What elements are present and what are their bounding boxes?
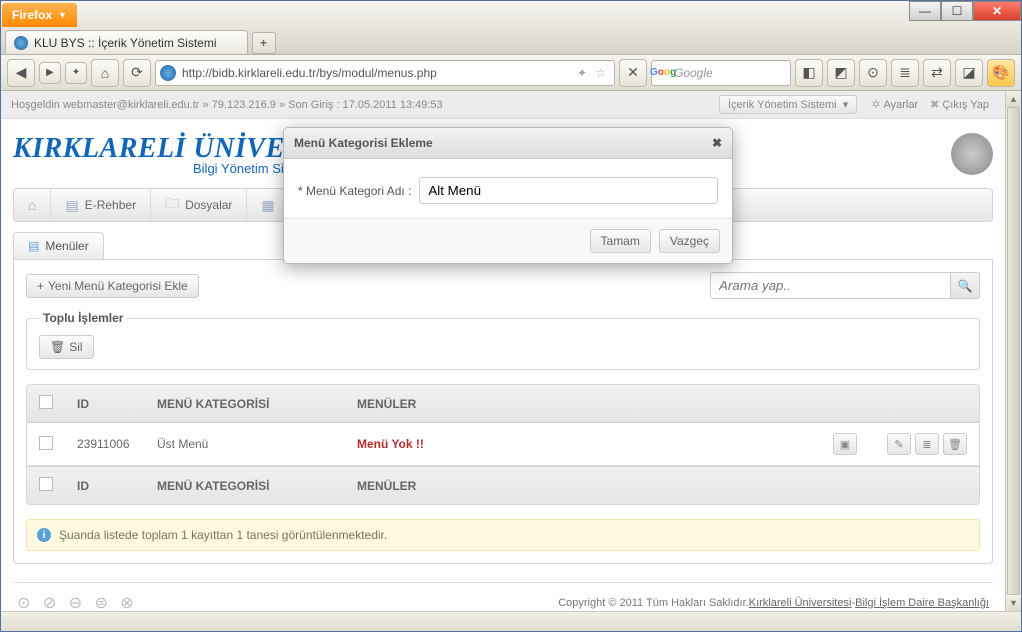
colorpicker-button[interactable]: 🎨 (987, 59, 1015, 87)
firefox-menu-button[interactable]: Firefox ▼ (2, 3, 77, 27)
bookmark-dropdown-button[interactable]: ✦ (65, 62, 87, 84)
bulk-actions: Toplu İşlemler 🗑 Sil (26, 311, 980, 370)
back-button[interactable]: ◀ (7, 59, 35, 87)
feed-icon[interactable]: ✦ (577, 66, 587, 80)
app-topbar: Hoşgeldin webmaster@kirklareli.edu.tr » … (1, 91, 1005, 119)
select-all-footer-checkbox[interactable] (39, 477, 53, 491)
content-panel: + Yeni Menü Kategorisi Ekle 🔍 Toplu İşle… (13, 260, 993, 564)
window-frame: Firefox ▼ — ☐ ✕ KLU BYS :: İçerik Yöneti… (0, 0, 1022, 632)
system-select[interactable]: İçerik Yönetim Sistemi ▾ (719, 95, 857, 114)
firefox-label: Firefox (12, 8, 52, 22)
select-all-checkbox[interactable] (39, 395, 53, 409)
search-placeholder: Google (674, 66, 713, 80)
book-icon: ▤ (65, 197, 78, 214)
cell-menuler: Menü Yok !! (345, 423, 821, 466)
scroll-up-button[interactable]: ▲ (1006, 91, 1021, 107)
modal-ok-button[interactable]: Tamam (590, 229, 651, 253)
settings-link[interactable]: ✲Ayarlar (865, 96, 924, 113)
window-minimize-button[interactable]: — (909, 1, 941, 21)
toolbar-ext-4[interactable]: ≣ (891, 59, 919, 87)
toolbar-ext-3[interactable]: ⊙ (859, 59, 887, 87)
search-box[interactable]: Goog Google (651, 60, 791, 86)
grid-icon: ▦ (261, 197, 274, 214)
col-kategori[interactable]: MENÜ KATEGORİSİ (145, 385, 345, 423)
category-name-input[interactable] (419, 177, 718, 204)
scroll-down-button[interactable]: ▼ (1006, 595, 1021, 611)
info-banner: i Şuanda listede toplam 1 kayıttan 1 tan… (26, 519, 980, 551)
folder-icon: 🗀 (165, 193, 179, 217)
url-bar[interactable]: ✦ ☆ (155, 60, 615, 86)
window-maximize-button[interactable]: ☐ (941, 1, 973, 21)
globe-icon (951, 133, 993, 175)
nav-erehber[interactable]: ▤E-Rehber (51, 189, 151, 221)
modal-header[interactable]: Menü Kategorisi Ekleme ✖ (284, 128, 732, 159)
vertical-scrollbar[interactable]: ▲ ▼ (1005, 91, 1021, 611)
home-button[interactable]: ⌂ (91, 59, 119, 87)
bulk-title: Toplu İşlemler (39, 311, 127, 325)
search-button[interactable]: 🔍 (950, 272, 980, 299)
footer-link-bidb[interactable]: Bilgi İşlem Daire Başkanlığı (855, 597, 989, 609)
toolbar-ext-6[interactable]: ◪ (955, 59, 983, 87)
chevron-down-icon: ▼ (58, 10, 67, 20)
modal-close-button[interactable]: ✖ (712, 136, 722, 150)
modal-title: Menü Kategorisi Ekleme (294, 136, 433, 150)
trash-icon: 🗑 (50, 340, 65, 354)
plus-icon: + (37, 279, 44, 293)
browser-tab[interactable]: KLU BYS :: İçerik Yönetim Sistemi (5, 30, 248, 54)
info-icon: i (37, 528, 51, 542)
browser-statusbar (1, 611, 1021, 631)
footer-icons: ⊙ ⊘ ⊖ ⊜ ⊗ (17, 593, 138, 611)
row-checkbox[interactable] (39, 436, 53, 450)
info-text: Şuanda listede toplam 1 kayıttan 1 tanes… (59, 528, 387, 542)
url-input[interactable] (182, 66, 573, 80)
cell-kategori: Üst Menü (145, 423, 345, 466)
browser-toolbar: ◀ ▶ ✦ ⌂ ⟳ ✦ ☆ ✕ Goog Google ◧ ◩ ⊙ ≣ ⇄ ◪ … (1, 55, 1021, 91)
list-icon: ▤ (28, 239, 39, 253)
tab-strip: KLU BYS :: İçerik Yönetim Sistemi + (1, 27, 1021, 55)
welcome-text: Hoşgeldin webmaster@kirklareli.edu.tr » … (11, 99, 443, 111)
bulk-delete-button[interactable]: 🗑 Sil (39, 335, 94, 359)
new-tab-button[interactable]: + (252, 32, 276, 54)
scroll-thumb[interactable] (1007, 107, 1020, 595)
col-id[interactable]: ID (65, 385, 145, 423)
tab-menuler[interactable]: ▤ Menüler (13, 232, 104, 259)
home-icon: ⌂ (28, 197, 36, 213)
categories-table: ID MENÜ KATEGORİSİ MENÜLER 23911006 Üst … (26, 384, 980, 505)
search-input[interactable] (710, 272, 950, 299)
modal-cancel-button[interactable]: Vazgeç (659, 229, 720, 253)
modal-field-label: * Menü Kategori Adı : (298, 184, 411, 198)
footer-link-university[interactable]: Kırklareli Üniversitesi (749, 597, 852, 609)
toolbar-ext-5[interactable]: ⇄ (923, 59, 951, 87)
nav-home[interactable]: ⌂ (14, 189, 51, 221)
col-menuler[interactable]: MENÜLER (345, 385, 821, 423)
forward-button[interactable]: ▶ (39, 62, 61, 84)
row-edit-button[interactable]: ✎ (887, 433, 911, 455)
window-titlebar: Firefox ▼ — ☐ ✕ (1, 1, 1021, 27)
page-footer: ⊙ ⊘ ⊖ ⊜ ⊗ Copyright © 2011 Tüm Hakları S… (13, 582, 993, 611)
search-icon: 🔍 (958, 279, 973, 293)
table-row: 23911006 Üst Menü Menü Yok !! ▣ ✎ ≣ 🗑 (27, 423, 979, 466)
page-viewport: Hoşgeldin webmaster@kirklareli.edu.tr » … (1, 91, 1021, 611)
row-view-button[interactable]: ≣ (915, 433, 939, 455)
tab-title: KLU BYS :: İçerik Yönetim Sistemi (34, 36, 217, 50)
site-identity-icon (160, 65, 176, 81)
cell-id: 23911006 (65, 423, 145, 466)
close-icon: ✖ (930, 99, 939, 111)
google-icon: Goog (656, 66, 670, 80)
add-category-button[interactable]: + Yeni Menü Kategorisi Ekle (26, 274, 199, 298)
copyright-text: Copyright © 2011 Tüm Hakları Saklıdır. (558, 597, 749, 609)
stop-button[interactable]: ✕ (619, 59, 647, 87)
gear-icon: ✲ (871, 99, 880, 111)
nav-dosyalar[interactable]: 🗀Dosyalar (151, 189, 247, 221)
favicon-icon (14, 36, 28, 50)
row-expand-button[interactable]: ▣ (833, 433, 857, 455)
add-category-modal: Menü Kategorisi Ekleme ✖ * Menü Kategori… (283, 127, 733, 264)
toolbar-ext-2[interactable]: ◩ (827, 59, 855, 87)
toolbar-ext-1[interactable]: ◧ (795, 59, 823, 87)
row-delete-button[interactable]: 🗑 (943, 433, 967, 455)
bookmark-star-icon[interactable]: ☆ (595, 66, 606, 80)
logout-link[interactable]: ✖Çıkış Yap (924, 96, 995, 113)
reload-button[interactable]: ⟳ (123, 59, 151, 87)
window-close-button[interactable]: ✕ (973, 1, 1021, 21)
